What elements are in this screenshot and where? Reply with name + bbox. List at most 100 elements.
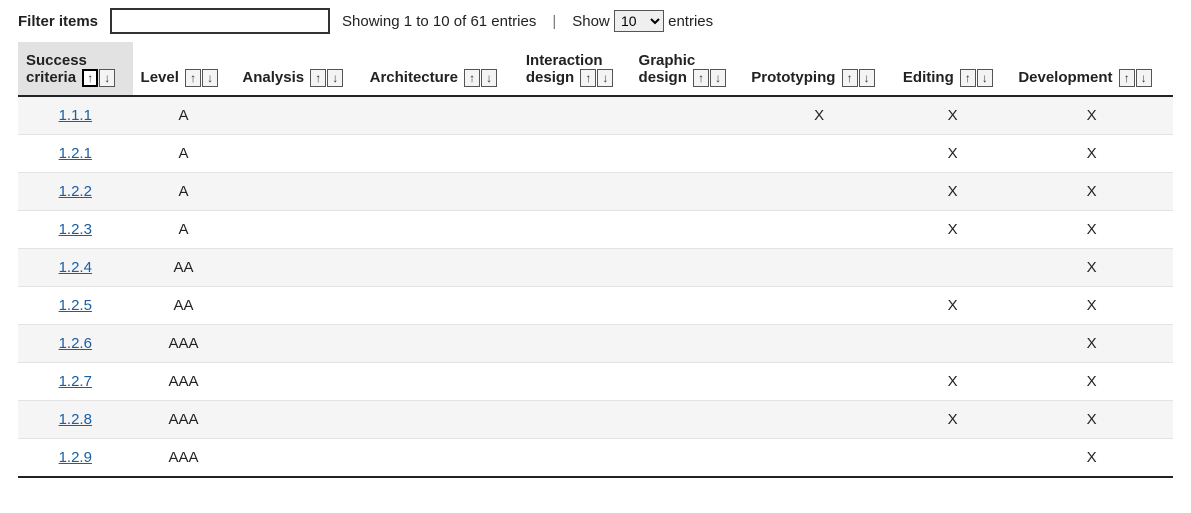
sort-desc-criteria[interactable]: ↓ xyxy=(99,69,115,87)
cell-graphic xyxy=(631,401,744,439)
cell-graphic xyxy=(631,211,744,249)
criteria-link[interactable]: 1.2.6 xyxy=(59,335,92,352)
col-label-criteria: Successcriteria xyxy=(26,52,87,86)
cell-architecture xyxy=(362,96,518,135)
cell-prototyping xyxy=(743,325,895,363)
col-label-prototyping: Prototyping xyxy=(751,69,835,86)
cell-development: X xyxy=(1010,211,1173,249)
cell-interaction xyxy=(518,211,631,249)
cell-architecture xyxy=(362,401,518,439)
cell-interaction xyxy=(518,173,631,211)
show-entries-select[interactable]: 102550100 xyxy=(614,10,664,32)
sort-desc-editing[interactable]: ↓ xyxy=(977,69,993,87)
cell-prototyping xyxy=(743,135,895,173)
criteria-link[interactable]: 1.2.5 xyxy=(59,297,92,314)
cell-prototyping xyxy=(743,287,895,325)
cell-level: AA xyxy=(133,249,235,287)
col-header-interaction: Interactiondesign ↑↓ xyxy=(518,42,631,96)
table-row: 1.2.5 AA XX xyxy=(18,287,1173,325)
col-header-graphic: Graphicdesign ↑↓ xyxy=(631,42,744,96)
cell-development: X xyxy=(1010,363,1173,401)
cell-development: X xyxy=(1010,135,1173,173)
sort-desc-development[interactable]: ↓ xyxy=(1136,69,1152,87)
cell-level: A xyxy=(133,211,235,249)
cell-editing: X xyxy=(895,401,1010,439)
cell-level: AAA xyxy=(133,363,235,401)
cell-interaction xyxy=(518,325,631,363)
table-row: 1.1.1AXXX xyxy=(18,96,1173,135)
table-row: 1.2.3AXX xyxy=(18,211,1173,249)
cell-editing: X xyxy=(895,287,1010,325)
criteria-link[interactable]: 1.1.1 xyxy=(59,107,92,124)
sort-desc-analysis[interactable]: ↓ xyxy=(327,69,343,87)
sort-asc-development[interactable]: ↑ xyxy=(1119,69,1135,87)
divider: | xyxy=(548,13,560,30)
cell-editing xyxy=(895,249,1010,287)
cell-level: AAA xyxy=(133,439,235,478)
cell-prototyping xyxy=(743,249,895,287)
col-header-architecture: Architecture ↑↓ xyxy=(362,42,518,96)
sort-asc-graphic[interactable]: ↑ xyxy=(693,69,709,87)
criteria-link[interactable]: 1.2.3 xyxy=(59,221,92,238)
cell-architecture xyxy=(362,211,518,249)
table-row: 1.2.6AAAX xyxy=(18,325,1173,363)
col-header-editing: Editing ↑↓ xyxy=(895,42,1010,96)
cell-architecture xyxy=(362,287,518,325)
cell-criteria: 1.1.1 xyxy=(18,96,133,135)
criteria-link[interactable]: 1.2.9 xyxy=(59,449,92,466)
sort-asc-criteria[interactable]: ↑ xyxy=(82,69,98,87)
cell-editing xyxy=(895,325,1010,363)
col-header-development: Development ↑↓ xyxy=(1010,42,1173,96)
criteria-link[interactable]: 1.2.4 xyxy=(59,259,92,276)
cell-graphic xyxy=(631,287,744,325)
sort-asc-prototyping[interactable]: ↑ xyxy=(842,69,858,87)
sort-desc-interaction[interactable]: ↓ xyxy=(597,69,613,87)
criteria-link[interactable]: 1.2.2 xyxy=(59,183,92,200)
criteria-link[interactable]: 1.2.8 xyxy=(59,411,92,428)
cell-criteria: 1.2.8 xyxy=(18,401,133,439)
cell-criteria: 1.2.7 xyxy=(18,363,133,401)
cell-criteria: 1.2.6 xyxy=(18,325,133,363)
sort-desc-architecture[interactable]: ↓ xyxy=(481,69,497,87)
cell-analysis xyxy=(234,287,361,325)
cell-development: X xyxy=(1010,96,1173,135)
sort-asc-architecture[interactable]: ↑ xyxy=(464,69,480,87)
cell-criteria: 1.2.4 xyxy=(18,249,133,287)
cell-level: AAA xyxy=(133,401,235,439)
sort-desc-prototyping[interactable]: ↓ xyxy=(859,69,875,87)
filter-input[interactable] xyxy=(110,8,330,34)
cell-level: AA xyxy=(133,287,235,325)
cell-analysis xyxy=(234,173,361,211)
sort-desc-level[interactable]: ↓ xyxy=(202,69,218,87)
criteria-link[interactable]: 1.2.1 xyxy=(59,145,92,162)
cell-prototyping xyxy=(743,173,895,211)
cell-analysis xyxy=(234,211,361,249)
cell-architecture xyxy=(362,135,518,173)
sort-desc-graphic[interactable]: ↓ xyxy=(710,69,726,87)
cell-development: X xyxy=(1010,439,1173,478)
cell-interaction xyxy=(518,287,631,325)
cell-development: X xyxy=(1010,173,1173,211)
cell-interaction xyxy=(518,249,631,287)
cell-criteria: 1.2.5 xyxy=(18,287,133,325)
col-label-architecture: Architecture xyxy=(370,69,458,86)
sort-asc-analysis[interactable]: ↑ xyxy=(310,69,326,87)
col-header-criteria: Successcriteria ↑↓ xyxy=(18,42,133,96)
table-row: 1.2.2AXX xyxy=(18,173,1173,211)
showing-text: Showing 1 to 10 of 61 entries xyxy=(342,13,536,30)
cell-interaction xyxy=(518,363,631,401)
cell-development: X xyxy=(1010,287,1173,325)
cell-prototyping xyxy=(743,401,895,439)
col-header-analysis: Analysis ↑↓ xyxy=(234,42,361,96)
sort-asc-editing[interactable]: ↑ xyxy=(960,69,976,87)
cell-analysis xyxy=(234,135,361,173)
col-label-development: Development xyxy=(1018,69,1112,86)
criteria-link[interactable]: 1.2.7 xyxy=(59,373,92,390)
show-label-after: entries xyxy=(668,13,713,30)
table-controls: Filter items Showing 1 to 10 of 61 entri… xyxy=(18,8,1173,34)
cell-analysis xyxy=(234,249,361,287)
sort-asc-level[interactable]: ↑ xyxy=(185,69,201,87)
cell-level: A xyxy=(133,96,235,135)
cell-graphic xyxy=(631,96,744,135)
sort-asc-interaction[interactable]: ↑ xyxy=(580,69,596,87)
